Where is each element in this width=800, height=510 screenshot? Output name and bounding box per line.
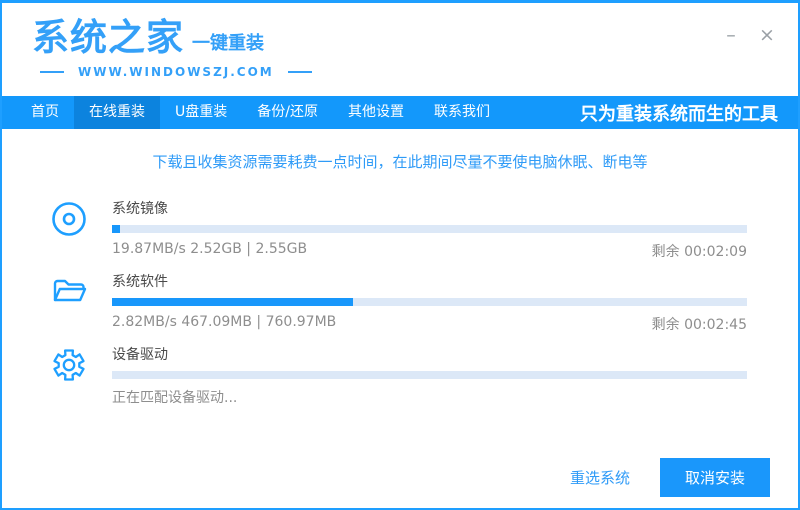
nav-tab-usb-reinstall[interactable]: U盘重装 xyxy=(160,96,242,129)
nav-tab-backup-restore[interactable]: 备份/还原 xyxy=(242,96,333,129)
nav-slogan: 只为重装系统而生的工具 xyxy=(580,100,778,126)
notice-text: 下载且收集资源需要耗费一点时间，在此期间尽量不要使电脑休眠、断电等 xyxy=(2,151,798,172)
cancel-install-button[interactable]: 取消安装 xyxy=(660,458,770,497)
header: 系统之家 一键重装 WWW.WINDOWSZJ.COM – × xyxy=(2,3,798,96)
task-stats: 19.87MB/s 2.52GB | 2.55GB xyxy=(112,241,307,261)
nav-tab-home[interactable]: 首页 xyxy=(16,96,74,129)
task-label: 系统镜像 xyxy=(112,198,747,218)
task-stats: 2.82MB/s 467.09MB | 760.97MB xyxy=(112,314,336,334)
logo-title: 系统之家 xyxy=(32,19,184,56)
gear-icon xyxy=(50,346,112,384)
close-button[interactable]: × xyxy=(756,25,778,47)
reselect-system-button[interactable]: 重选系统 xyxy=(570,467,630,488)
window-controls: – × xyxy=(720,25,778,47)
task-row-system-software: 系统软件 2.82MB/s 467.09MB | 760.97MB 剩余 00:… xyxy=(50,271,747,334)
nav-tab-online-reinstall[interactable]: 在线重装 xyxy=(74,96,160,129)
folder-icon xyxy=(50,273,112,311)
task-remaining: 剩余 00:02:09 xyxy=(652,241,747,261)
progress-track xyxy=(112,298,747,306)
nav-bar: 首页 在线重装 U盘重装 备份/还原 其他设置 联系我们 只为重装系统而生的工具 xyxy=(2,96,798,129)
task-row-device-driver: 设备驱动 正在匹配设备驱动... xyxy=(50,344,747,407)
minimize-button[interactable]: – xyxy=(720,25,742,47)
task-label: 系统软件 xyxy=(112,271,747,291)
dash-decoration-right xyxy=(288,71,312,73)
disc-icon xyxy=(50,200,112,238)
progress-track xyxy=(112,225,747,233)
task-stats: 正在匹配设备驱动... xyxy=(112,387,237,407)
progress-track xyxy=(112,371,747,379)
progress-fill xyxy=(112,298,353,306)
footer-actions: 重选系统 取消安装 xyxy=(570,458,770,497)
logo: 系统之家 一键重装 WWW.WINDOWSZJ.COM xyxy=(32,19,312,79)
progress-fill xyxy=(112,225,120,233)
website-url: WWW.WINDOWSZJ.COM xyxy=(78,65,274,79)
nav-tab-other-settings[interactable]: 其他设置 xyxy=(333,96,419,129)
nav-tab-contact-us[interactable]: 联系我们 xyxy=(419,96,505,129)
app-window: 系统之家 一键重装 WWW.WINDOWSZJ.COM – × 首页 在线重装 … xyxy=(0,0,800,510)
dash-decoration-left xyxy=(40,71,64,73)
task-label: 设备驱动 xyxy=(112,344,747,364)
download-task-list: 系统镜像 19.87MB/s 2.52GB | 2.55GB 剩余 00:02:… xyxy=(2,198,798,407)
task-remaining: 剩余 00:02:45 xyxy=(652,314,747,334)
logo-subtitle: 一键重装 xyxy=(192,35,264,56)
task-row-system-image: 系统镜像 19.87MB/s 2.52GB | 2.55GB 剩余 00:02:… xyxy=(50,198,747,261)
